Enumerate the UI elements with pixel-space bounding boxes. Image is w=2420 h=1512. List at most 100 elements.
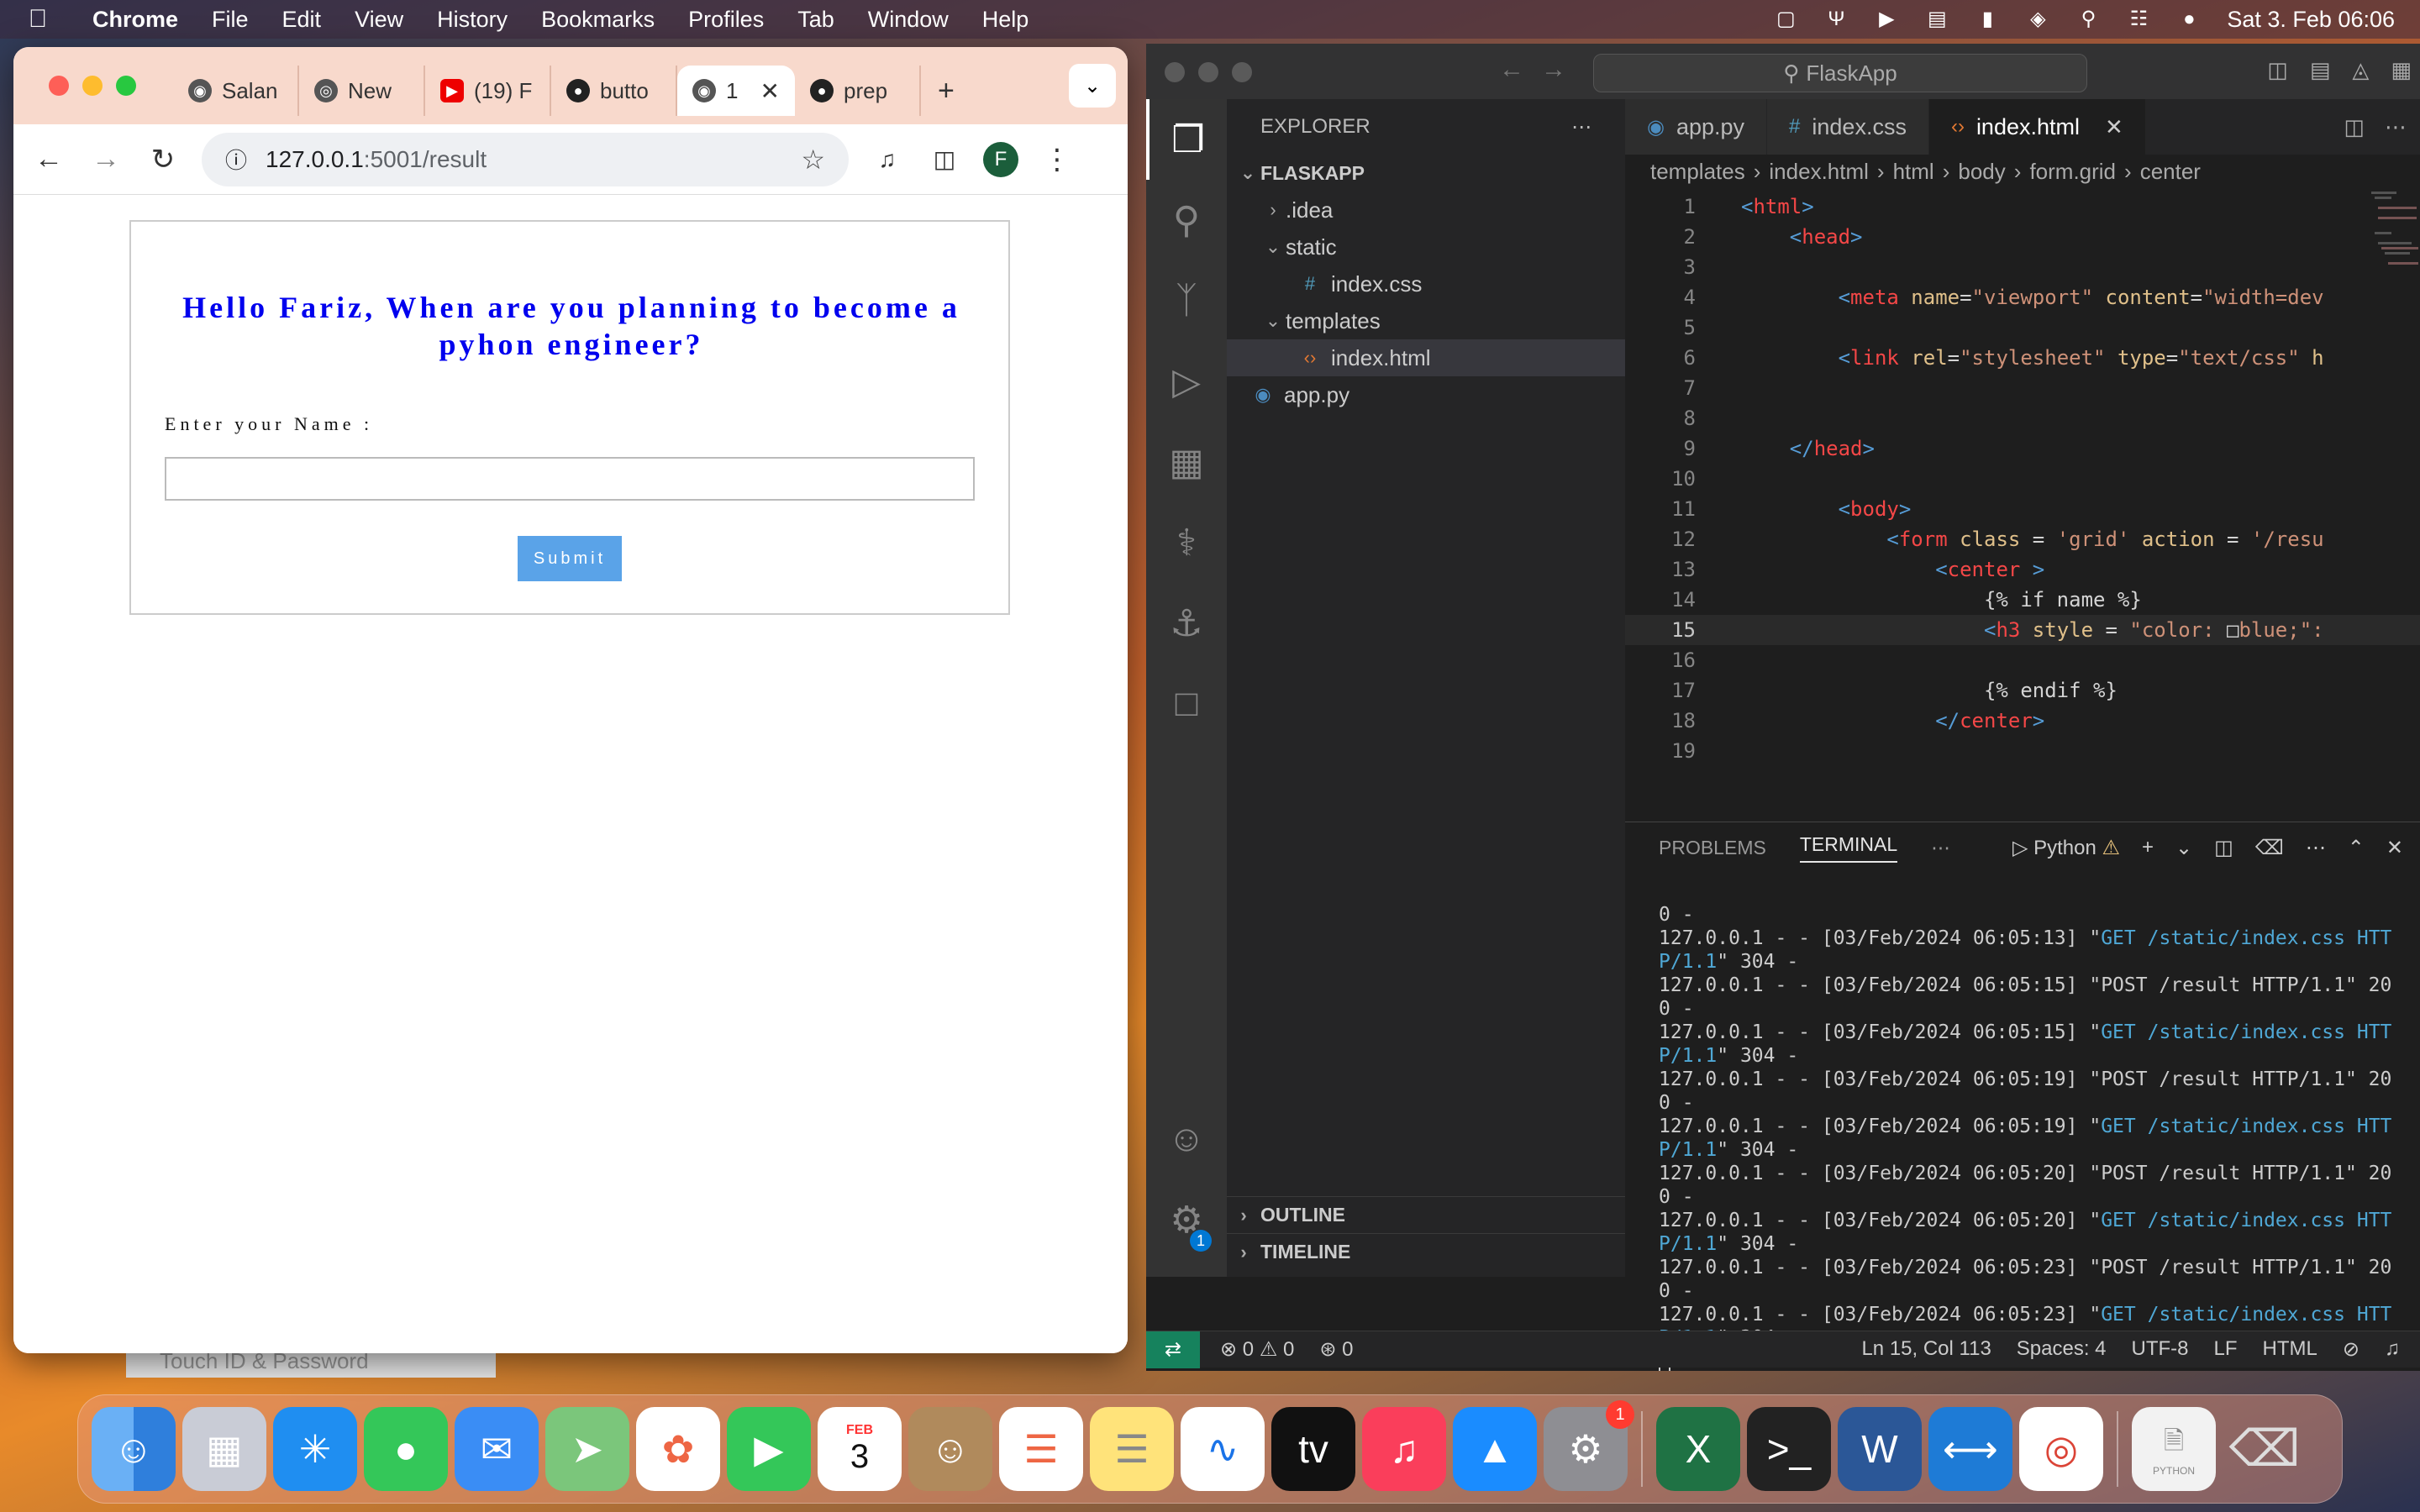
menu-bookmarks[interactable]: Bookmarks xyxy=(524,7,671,33)
accounts-icon[interactable]: ☺ xyxy=(1146,1099,1227,1179)
zoom-window-button[interactable] xyxy=(1232,62,1252,82)
mail-icon[interactable]: ✉ xyxy=(455,1407,539,1491)
code-line[interactable]: 17 {% endif %} xyxy=(1625,675,2420,706)
maps-icon[interactable]: ➤ xyxy=(545,1407,629,1491)
tree-item-idea[interactable]: › .idea xyxy=(1227,192,1625,228)
fork-icon[interactable]: Ψ xyxy=(1823,8,1849,30)
project-root[interactable]: ⌄ FLASKAPP xyxy=(1227,155,1625,192)
code-line[interactable]: 2 <head> xyxy=(1625,222,2420,252)
breadcrumb-item[interactable]: center xyxy=(2140,159,2201,185)
safari-icon[interactable]: ✳ xyxy=(273,1407,357,1491)
minimap[interactable] xyxy=(2370,188,2420,289)
contacts-icon[interactable]: ☺ xyxy=(908,1407,992,1491)
code-line[interactable]: 1 <html> xyxy=(1625,192,2420,222)
reminders-icon[interactable]: ☰ xyxy=(999,1407,1083,1491)
terminal-icon[interactable]: >_ xyxy=(1747,1407,1831,1491)
bookmark-star-icon[interactable]: ☆ xyxy=(801,144,825,176)
code-line[interactable]: 11 <body> xyxy=(1625,494,2420,524)
notifications-bell-icon[interactable]: ♫ xyxy=(2385,1337,2400,1362)
customize-layout-icon[interactable]: ▦ xyxy=(2391,57,2412,83)
facetime-icon[interactable]: ▶ xyxy=(727,1407,811,1491)
menu-view[interactable]: View xyxy=(338,7,420,33)
code-line[interactable]: 13 <center > xyxy=(1625,554,2420,585)
problems-status[interactable]: ⊗ 0 ⚠ 0 xyxy=(1220,1337,1294,1362)
code-line[interactable]: 8 xyxy=(1625,403,2420,433)
toggle-panel-icon[interactable]: ▤ xyxy=(2310,57,2331,83)
display-icon[interactable]: ▤ xyxy=(1924,8,1949,30)
code-line[interactable]: 9 </head> xyxy=(1625,433,2420,464)
tree-item-index-css[interactable]: # index.css xyxy=(1227,265,1625,302)
name-input[interactable] xyxy=(165,457,975,501)
tree-item-app-py[interactable]: ◉ app.py xyxy=(1227,376,1625,413)
vscode-icon[interactable]: ⟷ xyxy=(1928,1407,2012,1491)
toggle-sidebar-icon[interactable]: ◫ xyxy=(2267,57,2288,83)
ports-status[interactable]: ⊛ 0 xyxy=(1319,1337,1353,1362)
media-controls-icon[interactable]: ♫ xyxy=(869,146,906,173)
tab-youtube[interactable]: ▶ (19) F xyxy=(425,66,551,116)
code-line[interactable]: 4 <meta name="viewport" content="width=d… xyxy=(1625,282,2420,312)
close-icon[interactable]: ✕ xyxy=(2105,114,2123,140)
extensions-icon[interactable]: ▦ xyxy=(1146,422,1227,502)
address-bar[interactable]: ⓘ 127.0.0.1:5001/result ☆ xyxy=(202,132,849,186)
code-line[interactable]: 18 </center> xyxy=(1625,706,2420,736)
code-editor[interactable]: 1 <html> 2 <head> 3 4 <meta name="viewport" … xyxy=(1625,192,2420,822)
language-mode[interactable]: HTML xyxy=(2263,1337,2317,1362)
apple-menu-icon[interactable]:  xyxy=(0,5,76,34)
editor-tab-app-py[interactable]: ◉ app.py xyxy=(1625,99,1768,155)
tree-item-templates[interactable]: ⌄ templates xyxy=(1227,302,1625,339)
editor-tab-index-html[interactable]: ‹› index.html ✕ xyxy=(1928,99,2146,155)
menu-window[interactable]: Window xyxy=(851,7,965,33)
reload-button[interactable]: ↻ xyxy=(145,143,182,176)
breadcrumb-item[interactable]: html xyxy=(1893,159,1934,185)
freeform-icon[interactable]: ∿ xyxy=(1181,1407,1265,1491)
search-icon[interactable]: ⚲ xyxy=(2075,8,2101,30)
side-panel-icon[interactable]: ◫ xyxy=(926,145,963,173)
maximize-panel-icon[interactable]: ⌃ xyxy=(2348,836,2365,860)
testing-flask-icon[interactable]: ⚕ xyxy=(1146,502,1227,583)
menu-file[interactable]: File xyxy=(195,7,266,33)
wifi-icon[interactable]: ◈ xyxy=(2025,8,2050,30)
minimize-window-button[interactable] xyxy=(82,76,103,96)
code-line[interactable]: 3 xyxy=(1625,252,2420,282)
menu-help[interactable]: Help xyxy=(965,7,1046,33)
messages-icon[interactable]: ● xyxy=(364,1407,448,1491)
editor-tab-index-css[interactable]: # index.css xyxy=(1767,99,1929,155)
terminal-output[interactable]: 0 -127.0.0.1 - - [03/Feb/2024 06:05:13] … xyxy=(1659,903,2398,1371)
forward-button[interactable]: → xyxy=(87,143,124,176)
code-line[interactable]: 15 <h3 style = "color: □blue;": xyxy=(1625,615,2420,645)
split-terminal-icon[interactable]: ◫ xyxy=(2214,836,2233,860)
tab-salan[interactable]: ◉ Salan xyxy=(173,66,299,116)
siri-icon[interactable]: ● xyxy=(2176,8,2202,30)
music-icon[interactable]: ♫ xyxy=(1362,1407,1446,1491)
more-actions-icon[interactable]: ⋯ xyxy=(2306,836,2326,860)
more-actions-icon[interactable]: ⋯ xyxy=(1931,837,1950,859)
code-line[interactable]: 19 xyxy=(1625,736,2420,766)
menu-tab[interactable]: Tab xyxy=(781,7,851,33)
remote-explorer-icon[interactable]: □ xyxy=(1146,664,1227,744)
close-tab-icon[interactable]: ✕ xyxy=(760,77,780,105)
more-actions-icon[interactable]: ⋯ xyxy=(2385,114,2407,140)
trash-icon[interactable]: ⌫ xyxy=(2255,836,2284,860)
forward-arrow-icon[interactable]: → xyxy=(1541,55,1583,83)
outline-section[interactable]: › OUTLINE xyxy=(1227,1196,1625,1233)
copilot-icon[interactable]: ⊘ xyxy=(2343,1337,2360,1362)
zoom-window-button[interactable] xyxy=(116,76,136,96)
cube-icon[interactable]: ▢ xyxy=(1773,8,1798,30)
code-line[interactable]: 7 xyxy=(1625,373,2420,403)
battery-icon[interactable]: ▮ xyxy=(1975,8,2000,30)
apple-tv-icon[interactable]: tv xyxy=(1271,1407,1355,1491)
word-icon[interactable]: W xyxy=(1838,1407,1922,1491)
close-window-button[interactable] xyxy=(49,76,69,96)
photos-icon[interactable]: ✿ xyxy=(636,1407,720,1491)
kebab-menu-icon[interactable]: ⋮ xyxy=(1039,143,1076,176)
run-debug-icon[interactable]: ▷ xyxy=(1146,341,1227,422)
source-control-icon[interactable]: ᛉ xyxy=(1146,260,1227,341)
new-terminal-icon[interactable]: + xyxy=(2142,836,2154,859)
new-tab-button[interactable]: + xyxy=(921,75,971,108)
launchpad-icon[interactable]: ▦ xyxy=(182,1407,266,1491)
profile-avatar[interactable]: F xyxy=(983,141,1018,177)
code-line[interactable]: 16 xyxy=(1625,645,2420,675)
code-line[interactable]: 14 {% if name %} xyxy=(1625,585,2420,615)
chrome-icon[interactable]: ◎ xyxy=(2019,1407,2103,1491)
panel-tab-problems[interactable]: PROBLEMS xyxy=(1659,837,1766,859)
